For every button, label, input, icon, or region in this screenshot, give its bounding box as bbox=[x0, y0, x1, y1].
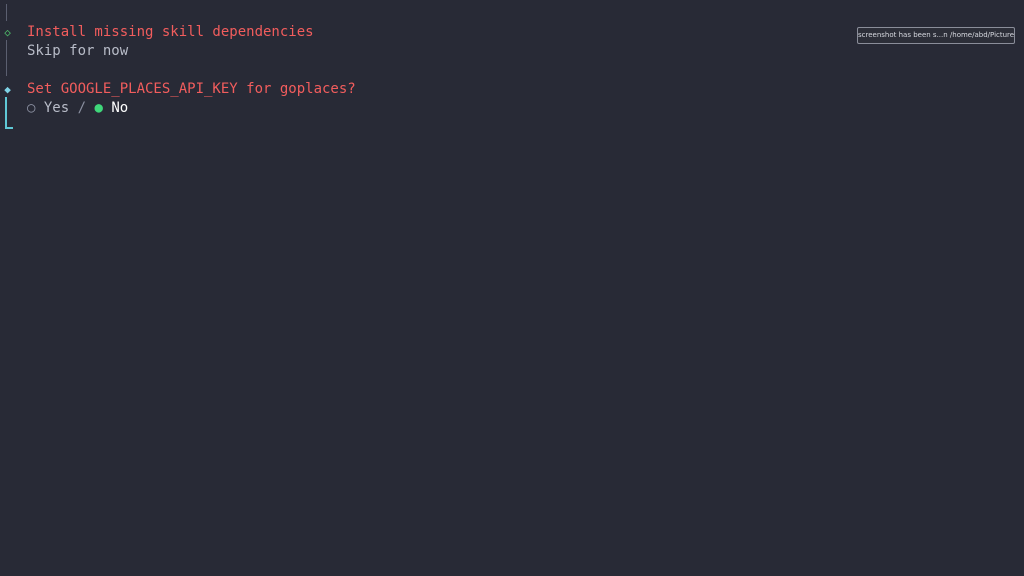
prompt-rail-end bbox=[5, 124, 13, 129]
completed-step-icon: ◇ bbox=[4, 26, 11, 39]
active-step-icon: ◆ bbox=[4, 83, 11, 96]
prompt-rail bbox=[6, 40, 7, 76]
screenshot-notification[interactable]: screenshot has been s...n /home/abd/Pict… bbox=[857, 27, 1015, 44]
option-yes[interactable]: Yes bbox=[44, 100, 69, 116]
option-separator: / bbox=[77, 100, 87, 116]
active-prompt-rail bbox=[5, 97, 7, 125]
radio-selected-icon[interactable]: ● bbox=[94, 100, 102, 116]
prompt-rail bbox=[6, 4, 7, 21]
step-answer: Skip for now bbox=[27, 43, 129, 59]
step-title-google-places-key: Set GOOGLE_PLACES_API_KEY for goplaces? bbox=[27, 81, 356, 97]
step-title-install-dependencies: Install missing skill dependencies bbox=[27, 24, 314, 40]
radio-unselected-icon[interactable]: ○ bbox=[27, 100, 35, 116]
yes-no-options: ○ Yes / ● No bbox=[27, 99, 128, 117]
terminal-window: ◇ Install missing skill dependencies Ski… bbox=[0, 0, 1024, 576]
option-no[interactable]: No bbox=[111, 100, 128, 116]
